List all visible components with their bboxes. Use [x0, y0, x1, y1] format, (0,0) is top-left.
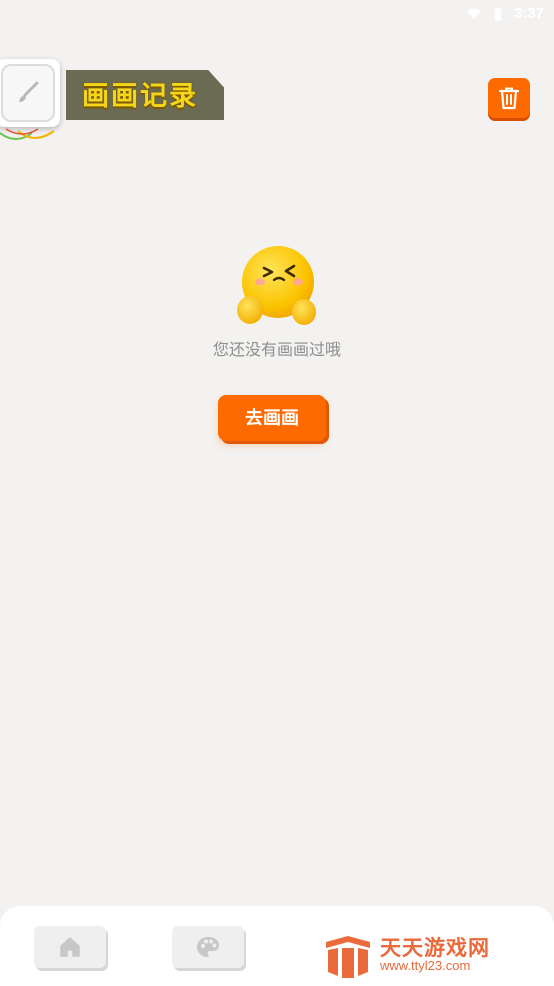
- palette-icon: [197, 937, 219, 957]
- page-title: 画画记录: [82, 81, 198, 112]
- watermark-url: www.ttyl23.com: [380, 958, 471, 973]
- go-draw-button[interactable]: 去画画: [218, 395, 326, 441]
- shy-face-emoji: [237, 246, 316, 325]
- trash-icon: [498, 87, 520, 110]
- nav-home-button[interactable]: [34, 926, 106, 968]
- status-time: 3:37: [513, 5, 544, 22]
- nav-palette-button[interactable]: [172, 926, 244, 968]
- wifi-icon: [466, 6, 482, 22]
- drawing-card: [0, 59, 60, 127]
- battery-icon: [490, 6, 506, 22]
- watermark: 天天游戏网 www.ttyl23.com: [322, 930, 522, 978]
- empty-message: 您还没有画画过哦: [212, 340, 341, 359]
- status-bar: 3:37: [0, 0, 554, 28]
- decorative-strings: [0, 128, 55, 140]
- bottom-nav: 天天游戏网 www.ttyl23.com: [0, 906, 554, 986]
- header: 画画记录: [0, 55, 554, 145]
- home-icon: [60, 937, 80, 957]
- delete-button[interactable]: [488, 78, 530, 118]
- paintbrush-icon: [19, 81, 39, 102]
- watermark-logo: [326, 936, 370, 978]
- status-icons: 3:37: [466, 5, 544, 22]
